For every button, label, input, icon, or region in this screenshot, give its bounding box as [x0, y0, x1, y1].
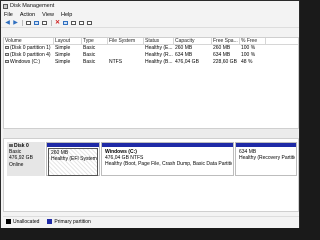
back-arrow-icon[interactable]: ◀ [4, 20, 11, 27]
disk-status: Online [9, 161, 24, 168]
check-icon[interactable] [62, 20, 69, 27]
type-cell: Basic [83, 45, 96, 51]
properties-icon[interactable] [25, 20, 32, 27]
type-cell: Basic [83, 52, 96, 58]
free-space-cell: 260 MB [213, 45, 231, 51]
volume-name: (Disk 0 partition 4) [10, 52, 51, 58]
file-system-cell [108, 52, 144, 59]
disk-management-app-icon [3, 3, 8, 9]
partition-recovery[interactable]: 634 MB Healthy (Recovery Partition) [235, 142, 297, 176]
volume-name: (Disk 0 partition 1) [10, 45, 51, 51]
legend: Unallocated Primary partition [3, 216, 299, 226]
partition-efi[interactable]: 260 MB Healthy (EFI System Part [46, 142, 100, 176]
disk-icon [9, 144, 13, 148]
column-type[interactable]: Type [82, 38, 108, 44]
volume-list-panel: Volume Layout Type File System Status Ca… [3, 37, 299, 129]
file-system-cell [108, 45, 144, 52]
partition-body: Windows (C:) 476,04 GB NTFS Healthy (Boo… [103, 148, 232, 176]
menu-bar: File Action View Help [1, 11, 299, 19]
menu-action[interactable]: Action [20, 12, 35, 18]
partition-windows-c[interactable]: Windows (C:) 476,04 GB NTFS Healthy (Boo… [101, 142, 234, 176]
partition-bar [102, 143, 233, 147]
column-free-space[interactable]: Free Spa... [212, 38, 240, 44]
legend-unallocated: Unallocated [13, 218, 40, 225]
search-icon[interactable] [78, 20, 85, 27]
legend-primary-partition: Primary partition [54, 218, 91, 225]
unallocated-swatch [6, 219, 11, 224]
percent-free-cell: 100 % [241, 52, 256, 58]
list-view-icon[interactable] [41, 20, 48, 27]
column-percent-free[interactable]: % Free [240, 38, 266, 44]
free-space-cell: 634 MB [213, 52, 231, 58]
status-cell: Healthy (B... [145, 59, 173, 65]
table-row[interactable]: (Disk 0 partition 1) Simple Basic Health… [4, 45, 298, 52]
percent-free-cell: 48 % [241, 59, 253, 65]
status-cell: Healthy (E... [145, 45, 173, 51]
column-status[interactable]: Status [144, 38, 174, 44]
desktop-taskbar-strip [0, 228, 300, 238]
table-row[interactable]: (Disk 0 partition 4) Simple Basic Health… [4, 52, 298, 59]
percent-free-cell: 100 % [241, 45, 256, 51]
disk-0-label[interactable]: Disk 0 Basic 476,92 GB Online [7, 142, 45, 176]
toolbar-separator [22, 20, 23, 26]
column-volume[interactable]: Volume [4, 38, 54, 44]
capacity-cell: 260 MB [175, 45, 193, 51]
volume-name: Windows (C:) [10, 59, 41, 65]
settings-icon[interactable] [86, 20, 93, 27]
layout-cell: Simple [55, 59, 71, 65]
partition-body: 634 MB Healthy (Recovery Partition) [237, 148, 295, 176]
column-capacity[interactable]: Capacity [174, 38, 212, 44]
title-bar: Disk Management [1, 1, 299, 11]
toolbar: ◀ ▶ ✕ [1, 19, 299, 28]
partition-body: 260 MB Healthy (EFI System Part [48, 148, 98, 176]
window-title: Disk Management [10, 3, 55, 9]
free-space-cell: 228,60 GB [213, 59, 237, 65]
volume-table-header: Volume Layout Type File System Status Ca… [4, 38, 298, 45]
disk-name: Disk 0 [14, 143, 29, 149]
volume-icon [5, 53, 9, 57]
partition-status: Healthy (Recovery Partition) [239, 155, 295, 162]
menu-view[interactable]: View [42, 12, 54, 18]
partition-status: Healthy (EFI System Part [51, 156, 97, 163]
open-icon[interactable] [70, 20, 77, 27]
volume-icon [5, 60, 9, 64]
help-panel-icon[interactable] [33, 20, 40, 27]
file-system-cell: NTFS [109, 59, 123, 65]
disk-map-panel: Disk 0 Basic 476,92 GB Online 260 MB Hea… [3, 138, 299, 212]
primary-partition-swatch [47, 219, 53, 224]
layout-cell: Simple [55, 45, 71, 51]
volume-cell: (Disk 0 partition 4) [4, 52, 54, 59]
partition-status: Healthy (Boot, Page File, Crash Dump, Ba… [105, 161, 232, 168]
menu-file[interactable]: File [4, 12, 13, 18]
type-cell: Basic [83, 59, 96, 65]
disk-management-window: Disk Management File Action View Help ◀ … [0, 0, 300, 238]
table-row[interactable]: Windows (C:) Simple Basic NTFS Healthy (… [4, 59, 298, 66]
volume-cell: Windows (C:) [4, 59, 54, 66]
forward-arrow-icon[interactable]: ▶ [12, 20, 19, 27]
capacity-cell: 634 MB [175, 52, 193, 58]
volume-cell: (Disk 0 partition 1) [4, 45, 54, 52]
volume-icon [5, 46, 9, 50]
panel-splitter[interactable] [3, 129, 299, 138]
menu-help[interactable]: Help [61, 12, 72, 18]
toolbar-separator [51, 20, 52, 26]
layout-cell: Simple [55, 52, 71, 58]
partition-bar [236, 143, 296, 147]
status-cell: Healthy (R... [145, 52, 173, 58]
partition-bar [47, 143, 99, 147]
delete-x-icon[interactable]: ✕ [54, 20, 61, 27]
capacity-cell: 476,04 GB [175, 59, 199, 65]
column-layout[interactable]: Layout [54, 38, 82, 44]
column-file-system[interactable]: File System [108, 38, 144, 44]
